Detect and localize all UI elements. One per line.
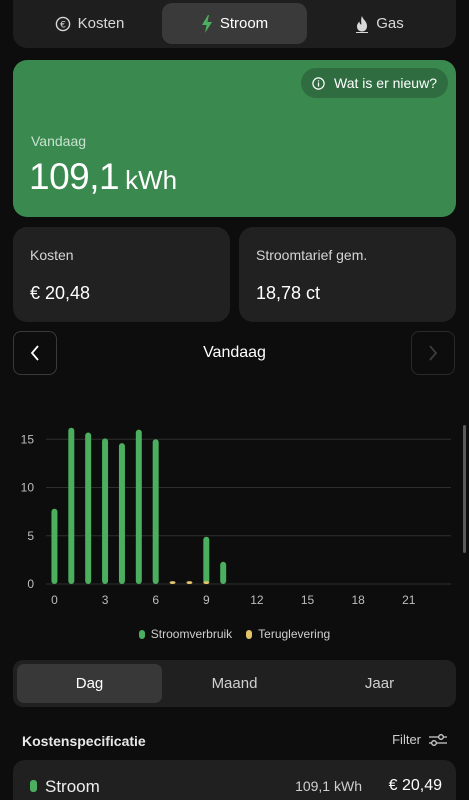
tariff-value: 18,78 ct — [256, 283, 321, 303]
tab-kosten-label: Kosten — [77, 15, 125, 32]
hero-usage-value: 109,1 kWh — [29, 156, 177, 198]
tariff-label: Stroomtarief gem. — [256, 247, 368, 263]
period-segment-control: Dag Maand Jaar — [13, 660, 456, 707]
tab-gas[interactable]: Gas — [307, 3, 452, 44]
tab-stroom[interactable]: Stroom — [162, 3, 307, 44]
legend-swatch-usage — [138, 629, 145, 639]
y-tick-label: 15 — [21, 432, 35, 446]
costs-value: € 20,48 — [30, 283, 91, 303]
x-tick-label: 12 — [250, 593, 264, 607]
y-tick-label: 0 — [27, 577, 34, 591]
bar-usage — [152, 439, 159, 584]
tab-stroom-label: Stroom — [219, 15, 269, 32]
y-tick-label: 10 — [21, 481, 35, 495]
row-kwh: 109,1 kWh — [295, 778, 362, 794]
bar-return — [203, 581, 210, 584]
tab-kosten[interactable]: € Kosten — [17, 3, 162, 44]
x-tick-label: 6 — [152, 593, 159, 607]
costs-label: Kosten — [30, 247, 74, 263]
hero-value-number: 109,1 — [29, 156, 120, 197]
period-title: Vandaag — [203, 344, 266, 361]
svg-text:€: € — [60, 20, 66, 30]
costs-card: Kosten € 20,48 — [13, 227, 230, 322]
flame-icon — [356, 15, 369, 33]
row-eur: € 20,49 — [388, 777, 442, 794]
bar-usage — [118, 443, 125, 584]
bar-return — [169, 581, 176, 584]
cost-spec-title: Kostenspecificatie — [22, 733, 146, 749]
segment-day[interactable]: Dag — [17, 664, 162, 703]
tab-gas-label: Gas — [376, 15, 404, 32]
next-period-button[interactable] — [411, 331, 455, 375]
hero-period-label: Vandaag — [31, 133, 87, 149]
bar-usage — [68, 427, 75, 584]
cost-row-stroom[interactable]: Stroom 109,1 kWh € 20,49 — [13, 760, 456, 800]
legend-label-usage: Stroomverbruik — [150, 627, 233, 641]
filter-button[interactable]: Filter — [392, 732, 447, 747]
x-tick-label: 9 — [203, 593, 210, 607]
x-tick-label: 18 — [352, 593, 366, 607]
lightning-icon — [201, 14, 212, 33]
bar-usage — [51, 508, 58, 584]
bar-return — [186, 581, 193, 584]
bar-usage — [102, 438, 109, 584]
bar-usage — [135, 429, 142, 584]
chart-legend: Stroomverbruik Teruglevering — [0, 627, 469, 641]
x-tick-label: 15 — [301, 593, 315, 607]
legend-item-return: Teruglevering — [246, 627, 330, 641]
whats-new-label: Wat is er nieuw? — [334, 75, 437, 91]
chart-svg: 0 5 10 15 0 3 6 9 12 15 18 21 — [21, 427, 451, 607]
tariff-card: Stroomtarief gem. 18,78 ct — [239, 227, 456, 322]
scrollbar[interactable] — [463, 425, 466, 553]
info-icon — [312, 76, 325, 90]
whats-new-button[interactable]: Wat is er nieuw? — [301, 68, 448, 98]
legend-label-return: Teruglevering — [258, 627, 331, 641]
energy-type-tabs: € Kosten Stroom Gas — [13, 0, 456, 48]
y-tick-label: 5 — [27, 529, 34, 543]
legend-item-usage: Stroomverbruik — [138, 627, 233, 641]
row-label: Stroom — [45, 777, 100, 796]
today-usage-card: Wat is er nieuw? Vandaag 109,1 kWh — [13, 60, 456, 217]
hourly-usage-chart: 0 5 10 15 0 3 6 9 12 15 18 21 — [0, 400, 469, 615]
x-tick-label: 0 — [51, 593, 58, 607]
hero-value-unit: kWh — [125, 165, 178, 195]
sliders-icon — [429, 733, 447, 746]
x-tick-label: 21 — [402, 593, 416, 607]
bar-usage — [220, 561, 227, 584]
segment-year[interactable]: Jaar — [307, 664, 452, 703]
bar-usage — [203, 536, 210, 584]
bar-usage — [85, 432, 92, 584]
chevron-right-icon — [429, 345, 438, 361]
euro-icon: € — [55, 16, 70, 31]
segment-month[interactable]: Maand — [162, 664, 307, 703]
x-tick-label: 3 — [102, 593, 109, 607]
legend-swatch-return — [246, 629, 253, 639]
filter-label: Filter — [392, 732, 421, 747]
row-color-dot — [30, 780, 37, 792]
